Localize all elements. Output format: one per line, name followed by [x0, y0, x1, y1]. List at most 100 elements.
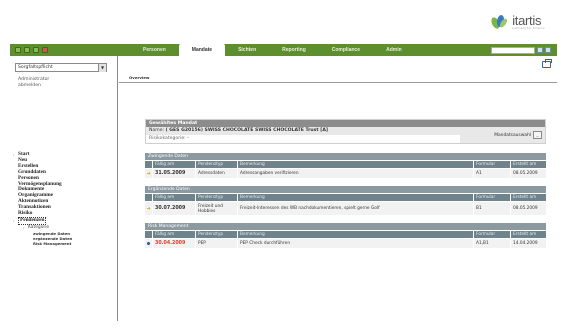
- selected-mandate-body: Name: ( GES G20156) SWISS CHOCOLATE SWIS…: [146, 127, 545, 143]
- column-header-form[interactable]: Formular: [474, 231, 511, 238]
- column-header-marker: [145, 194, 153, 201]
- cell-type: Adressdaten: [196, 168, 238, 178]
- sidebar: Sorgfaltspflicht ▼ Administrator abmelde…: [10, 56, 118, 321]
- section-risk-management: Risk Management Fällig am Pendenztyp Bem…: [145, 223, 546, 248]
- logo-subtitle: partners for finance: [512, 27, 545, 30]
- selected-mandate-box: Gewähltes Mandat Name: ( GES G20156) SWI…: [145, 119, 546, 144]
- app-frame: itartis partners for finance Personen Ma…: [10, 8, 557, 321]
- home-icon[interactable]: [15, 47, 21, 53]
- column-header-form[interactable]: Formular: [474, 194, 511, 201]
- table-row[interactable]: 30.04.2009 PEP PEP Check durchführen A1,…: [145, 238, 546, 248]
- tab-personen[interactable]: Personen: [130, 44, 179, 56]
- table-row[interactable]: ➜ 30.07.2009 Freizeit und Hobbies Freize…: [145, 201, 546, 215]
- logout-link[interactable]: abmelden: [18, 83, 49, 89]
- table-header: Fällig am Pendenztyp Bemerkung Formular …: [145, 194, 546, 201]
- column-header-due[interactable]: Fällig am: [153, 194, 196, 201]
- nav-icon-group: [10, 47, 130, 53]
- cell-remark: PEP Check durchführen: [238, 238, 474, 248]
- column-header-type[interactable]: Pendenztyp: [196, 161, 238, 168]
- selected-mandate-info: Name: ( GES G20156) SWISS CHOCOLATE SWIS…: [146, 127, 460, 143]
- tab-sichten[interactable]: Sichten: [225, 44, 269, 56]
- mandate-risk-label: Risikokategorie:: [149, 136, 186, 141]
- selected-mandate-title: Gewähltes Mandat: [146, 120, 545, 127]
- search-input[interactable]: [491, 46, 535, 54]
- section-title: Ergänzende Daten: [145, 186, 546, 194]
- sidebar-item-pendenzen[interactable]: › Pendenzen: [13, 216, 72, 225]
- tab-admin[interactable]: Admin: [373, 44, 415, 56]
- table-header: Fällig am Pendenztyp Bemerkung Formular …: [145, 161, 546, 168]
- cell-created: 08.05.2009: [511, 201, 546, 215]
- column-header-type[interactable]: Pendenztyp: [196, 231, 238, 238]
- search-icon[interactable]: [537, 47, 543, 53]
- cell-remark: Freizeit-Interessen des WB nachdokumenti…: [238, 201, 474, 215]
- cell-form: B1: [474, 201, 511, 215]
- cell-due: 30.07.2009: [153, 201, 196, 215]
- cell-type: Freizeit und Hobbies: [196, 201, 238, 215]
- row-marker: ➜: [145, 168, 153, 178]
- column-header-due[interactable]: Fällig am: [153, 231, 196, 238]
- table-row[interactable]: ➜ 31.05.2009 Adressdaten Adressangaben v…: [145, 168, 546, 178]
- cell-created: 14.04.2009: [511, 238, 546, 248]
- mail-icon[interactable]: [33, 47, 39, 53]
- mandate-name-row: Name: ( GES G20156) SWISS CHOCOLATE SWIS…: [146, 127, 460, 135]
- column-header-marker: [145, 161, 153, 168]
- due-date: 31.05.2009: [155, 171, 186, 176]
- section-ergaenzende-daten: Ergänzende Daten Fällig am Pendenztyp Be…: [145, 186, 546, 215]
- cell-created: 08.05.2009: [511, 168, 546, 178]
- nav-search: [491, 46, 557, 54]
- table-header: Fällig am Pendenztyp Bemerkung Formular …: [145, 231, 546, 238]
- cell-form: A1: [474, 168, 511, 178]
- cell-due: 30.04.2009: [153, 238, 196, 248]
- mandate-select-group: Mandatsauswahl ...: [460, 127, 545, 143]
- mandate-select-label: Mandatsauswahl: [494, 132, 531, 138]
- logo-mark-icon: [489, 13, 509, 31]
- row-marker: [145, 238, 153, 248]
- mandate-select-button[interactable]: ...: [533, 131, 542, 139]
- column-header-form[interactable]: Formular: [474, 161, 511, 168]
- pendenzen-panel: Gewähltes Mandat Name: ( GES G20156) SWI…: [145, 119, 546, 248]
- mandate-name-value: ( GES G20156) SWISS CHOCOLATE SWISS CHOC…: [165, 128, 328, 133]
- tab-mandate[interactable]: Mandate: [178, 44, 226, 56]
- column-header-remark[interactable]: Bemerkung: [238, 231, 474, 238]
- section-title: Risk Management: [145, 223, 546, 231]
- print-icon[interactable]: [542, 59, 552, 68]
- logo: itartis partners for finance: [489, 11, 545, 33]
- column-header-created[interactable]: Erstellt am: [511, 231, 546, 238]
- column-header-created[interactable]: Erstellt am: [511, 194, 546, 201]
- mandate-name-label: Name:: [149, 128, 165, 133]
- view-select-value: Sorgfaltspflicht: [18, 65, 53, 70]
- column-header-due[interactable]: Fällig am: [153, 161, 196, 168]
- view-select[interactable]: Sorgfaltspflicht ▼: [15, 63, 107, 72]
- column-header-marker: [145, 231, 153, 238]
- chevron-down-icon[interactable]: ▼: [98, 63, 106, 72]
- tab-compliance[interactable]: Compliance: [319, 44, 373, 56]
- sidebar-menu: › Start Neu Erstellen Grunddaten Persone…: [13, 151, 72, 246]
- main-content: Overview Gewähltes Mandat Name: ( GES G2…: [119, 56, 557, 321]
- page-title: Overview: [129, 75, 150, 80]
- arrow-right-icon: ›: [23, 224, 25, 230]
- search-options-icon[interactable]: [545, 47, 551, 53]
- sidebar-subitem-risk-management[interactable]: Risk Management: [13, 241, 72, 246]
- mandate-risk-value: -: [187, 136, 189, 141]
- column-header-remark[interactable]: Bemerkung: [238, 194, 474, 201]
- due-date: 30.07.2009: [155, 206, 186, 211]
- close-icon[interactable]: [42, 47, 48, 53]
- column-header-type[interactable]: Pendenztyp: [196, 194, 238, 201]
- row-marker: ➜: [145, 201, 153, 215]
- divider: [119, 82, 557, 83]
- logo-wordmark: itartis partners for finance: [512, 14, 545, 30]
- sidebar-item-label: Pendenzen: [18, 216, 47, 225]
- bullet-dot-icon: [147, 242, 150, 245]
- logo-text: itartis: [512, 13, 542, 28]
- arrow-right-icon: ›: [13, 152, 15, 157]
- tab-reporting[interactable]: Reporting: [269, 44, 319, 56]
- arrow-right-icon: ›: [13, 217, 15, 223]
- cell-remark: Adressangaben verifizieren: [238, 168, 474, 178]
- section-zwingende-daten: Zwingende Daten Fällig am Pendenztyp Bem…: [145, 153, 546, 178]
- mandate-risk-row: Risikokategorie: -: [146, 135, 460, 143]
- cell-form: A1,B1: [474, 238, 511, 248]
- column-header-remark[interactable]: Bemerkung: [238, 161, 474, 168]
- column-header-created[interactable]: Erstellt am: [511, 161, 546, 168]
- folder-icon[interactable]: [24, 47, 30, 53]
- arrow-right-icon: ➜: [146, 170, 151, 177]
